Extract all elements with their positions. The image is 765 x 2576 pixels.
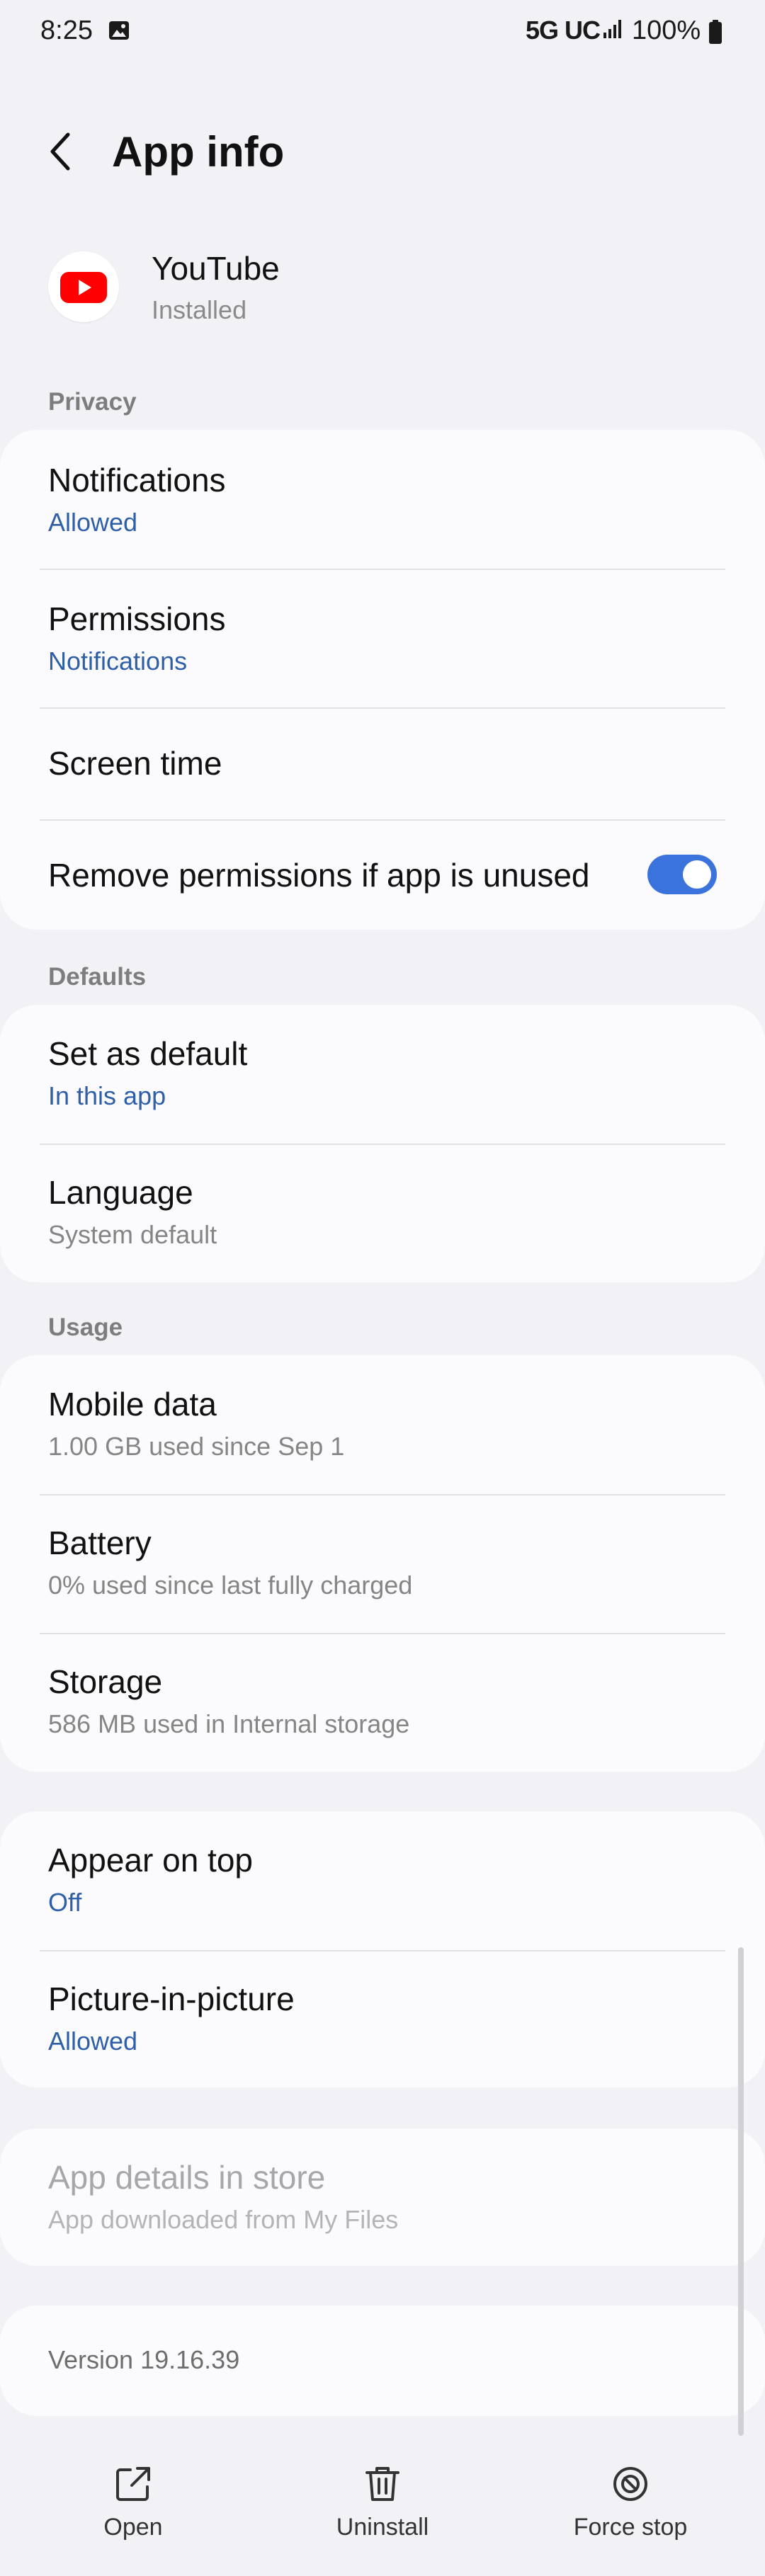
network-indicator: 5G UC <box>526 16 601 45</box>
battery-title: Battery <box>48 1524 152 1561</box>
open-button[interactable]: Open <box>55 2464 211 2563</box>
open-label: Open <box>103 2514 163 2541</box>
remove-permissions-title: Remove permissions if app is unused <box>48 857 590 894</box>
app-details-in-store-row: App details in store App downloaded from… <box>0 2128 765 2266</box>
image-notification-icon <box>109 21 129 40</box>
force-stop-label: Force stop <box>573 2514 688 2541</box>
section-label-usage: Usage <box>48 1313 123 1341</box>
battery-icon <box>709 20 722 44</box>
permissions-value: Notifications <box>48 646 188 676</box>
notifications-value: Allowed <box>48 508 138 537</box>
usage-card: Mobile data 1.00 GB used since Sep 1 Bat… <box>0 1355 765 1772</box>
language-row[interactable]: Language System default <box>0 1145 765 1282</box>
advanced-card: Appear on top Off Picture-in-picture All… <box>0 1811 765 2087</box>
uninstall-button[interactable]: Uninstall <box>305 2464 460 2563</box>
mobile-data-row[interactable]: Mobile data 1.00 GB used since Sep 1 <box>0 1355 765 1494</box>
scrollbar[interactable] <box>738 1947 744 2436</box>
notifications-title: Notifications <box>48 462 226 498</box>
remove-permissions-toggle[interactable] <box>647 855 717 894</box>
appear-on-top-row[interactable]: Appear on top Off <box>0 1811 765 1950</box>
set-as-default-row[interactable]: Set as default In this app <box>0 1005 765 1144</box>
app-name: YouTube <box>152 250 280 287</box>
battery-row[interactable]: Battery 0% used since last fully charged <box>0 1495 765 1633</box>
app-install-status: Installed <box>152 295 247 324</box>
mobile-data-value: 1.00 GB used since Sep 1 <box>48 1432 345 1461</box>
section-label-defaults: Defaults <box>48 963 147 991</box>
battery-percentage: 100% <box>632 16 701 45</box>
language-title: Language <box>48 1174 193 1211</box>
status-time: 8:25 <box>40 16 93 45</box>
picture-in-picture-title: Picture-in-picture <box>48 1981 295 2017</box>
storage-row[interactable]: Storage 586 MB used in Internal storage <box>0 1634 765 1772</box>
defaults-card: Set as default In this app Language Syst… <box>0 1005 765 1282</box>
app-details-value: App downloaded from My Files <box>48 2205 399 2234</box>
signal-icon <box>604 20 621 38</box>
force-stop-button[interactable]: Force stop <box>552 2464 708 2563</box>
screen-time-row[interactable]: Screen time <box>0 709 765 819</box>
page-title: App info <box>112 128 285 176</box>
mobile-data-title: Mobile data <box>48 1386 217 1423</box>
block-stop-icon <box>613 2467 647 2501</box>
version-card: Version 19.16.39 <box>0 2306 765 2416</box>
app-details-title: App details in store <box>48 2159 326 2196</box>
set-as-default-title: Set as default <box>48 1035 248 1072</box>
notifications-row[interactable]: Notifications Allowed <box>0 430 765 569</box>
remove-permissions-row[interactable]: Remove permissions if app is unused <box>0 821 765 930</box>
back-button[interactable] <box>44 126 78 177</box>
trash-icon <box>366 2467 400 2501</box>
language-value: System default <box>48 1220 217 1249</box>
uninstall-label: Uninstall <box>336 2514 429 2541</box>
section-label-privacy: Privacy <box>48 388 137 416</box>
storage-value: 586 MB used in Internal storage <box>48 1709 410 1738</box>
picture-in-picture-value: Allowed <box>48 2027 138 2056</box>
screen-time-title: Screen time <box>48 745 222 782</box>
toggle-knob <box>683 860 711 889</box>
appear-on-top-title: Appear on top <box>48 1842 254 1879</box>
privacy-card: Notifications Allowed Permissions Notifi… <box>0 430 765 930</box>
battery-value: 0% used since last fully charged <box>48 1571 413 1600</box>
youtube-logo-icon <box>60 272 107 303</box>
open-external-icon <box>116 2467 150 2501</box>
picture-in-picture-row[interactable]: Picture-in-picture Allowed <box>0 1951 765 2087</box>
set-as-default-value: In this app <box>48 1081 166 1110</box>
chevron-left-icon <box>50 132 70 171</box>
permissions-title: Permissions <box>48 600 226 637</box>
store-card: App details in store App downloaded from… <box>0 2128 765 2266</box>
permissions-row[interactable]: Permissions Notifications <box>0 570 765 709</box>
storage-title: Storage <box>48 1663 163 1700</box>
appear-on-top-value: Off <box>48 1888 82 1917</box>
app-icon <box>48 251 119 322</box>
version-text: Version 19.16.39 <box>48 2345 240 2374</box>
